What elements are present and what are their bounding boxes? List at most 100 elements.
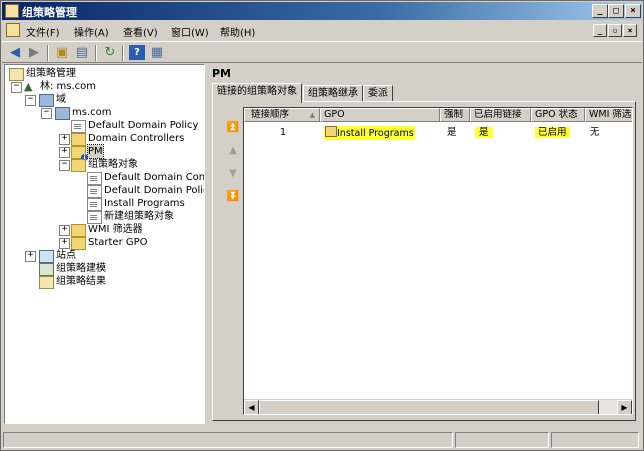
tree-node-label: Domain Controllers [88,133,185,144]
tree-node-label: 新建组策略对象 [104,211,174,222]
gpo-link-icon [325,126,337,137]
up-folder-icon[interactable]: ▣ [54,45,70,60]
gpo-status-value: 已启用 [535,127,570,138]
tree-node-pm[interactable]: + PM [5,144,204,161]
menu-help[interactable]: 帮助(H) [220,24,255,39]
tree-node-gpo-item[interactable]: Default Domain Polic [5,184,205,198]
tree-node-wmi-filters[interactable]: + WMI 筛选器 [5,223,204,237]
properties-icon[interactable]: ▦ [149,45,165,60]
child-restore-button[interactable]: ▫ [608,24,622,37]
tree-node-label: 组策略建模 [56,263,106,274]
status-panel [455,432,549,448]
results-icon [39,276,54,289]
forest-icon: ▲ [24,80,33,93]
menu-file[interactable]: 文件(F) [26,24,60,39]
tree-node-gpo-item[interactable]: 新建组策略对象 [5,210,204,224]
minimize-button[interactable]: _ [592,4,608,18]
pane-splitter[interactable] [205,64,208,424]
child-minimize-button[interactable]: _ [593,24,607,37]
toolbar-separator [122,45,124,61]
tree-node-modeling[interactable]: 组策略建模 [5,262,204,276]
move-link-down-icon[interactable]: ▼ [225,168,241,180]
title-bar[interactable]: 组策略管理 _ □ × [2,2,642,20]
tab-linked-gpos[interactable]: 链接的组策略对象 [212,83,302,103]
tree-node-label: 组策略管理 [26,68,76,79]
move-link-top-icon[interactable]: ⏫ [225,122,241,134]
tree-node-label: WMI 筛选器 [88,224,143,235]
application-window: 组策略管理 _ □ × 文件(F) 操作(A) 查看(V) 窗口(W) 帮助(H… [0,0,644,451]
mmc-system-menu-icon[interactable] [6,23,20,37]
details-pane: PM 链接的组策略对象 组策略继承 委派 ⏫ ▲ ▼ ⏬ 链接顺序 ▲ GPO … [208,64,640,424]
tree-node-label: 站点 [56,250,76,261]
tree-node-label: 林: ms.com [40,81,97,92]
tab-gpo-inheritance[interactable]: 组策略继承 [303,85,363,102]
expand-toggle[interactable]: + [25,251,36,262]
expand-toggle[interactable]: + [59,238,70,249]
menu-window[interactable]: 窗口(W) [171,24,209,39]
cell-link-order: 1 [280,127,287,138]
back-arrow-icon[interactable]: ◀ [7,45,23,60]
link-enabled-value: 是 [475,127,493,138]
tree-node-label: Default Domain Polic [104,185,205,196]
collapse-toggle[interactable]: − [41,108,52,119]
tree-node-gpo-item[interactable]: Install Programs [5,197,204,211]
linked-gpo-list: 链接顺序 ▲ GPO 强制 已启用链接 GPO 状态 WMI 筛选 1 Inst… [243,107,633,415]
tree-node-label: 组策略结果 [56,276,106,287]
tree-node-starter-gpo[interactable]: + Starter GPO [5,236,204,250]
cell-link-enabled: 是 [475,126,493,139]
horizontal-scrollbar[interactable]: ◀ ▶ [244,399,632,414]
close-button[interactable]: × [625,4,641,18]
gpo-name: Install Programs [337,128,414,139]
tree-node-label: Default Domain Policy [88,120,199,131]
console-tree: 组策略管理 − ▲ 林: ms.com − 域 − ms.com Default… [4,64,205,424]
toolbar: ◀ ▶ ▣ ▤ ↻ ? ▦ [2,41,642,63]
expand-toggle[interactable]: + [59,134,70,145]
expand-toggle[interactable]: + [59,225,70,236]
menu-action[interactable]: 操作(A) [74,24,109,39]
tree-node-domain-controllers[interactable]: + Domain Controllers [5,132,204,146]
status-panel [3,432,453,448]
table-row[interactable]: 1 Install Programs 是 是 已启用 无 [244,108,632,148]
toolbar-separator [47,45,49,61]
scroll-thumb[interactable] [259,400,599,414]
menu-bar: 文件(F) 操作(A) 查看(V) 窗口(W) 帮助(H) _ ▫ × [2,21,642,40]
collapse-toggle[interactable]: − [59,160,70,171]
move-link-bottom-icon[interactable]: ⏬ [225,191,241,203]
expand-toggle[interactable]: + [59,147,70,158]
collapse-toggle[interactable]: − [25,95,36,106]
tree-node-label: 组策略对象 [88,159,138,170]
collapse-toggle[interactable]: − [11,82,22,93]
cell-gpo: Install Programs [324,126,415,140]
tree-node-domain-ms-com[interactable]: − ms.com [5,106,204,120]
tree-node-gpm-root[interactable]: 组策略管理 [5,67,204,81]
tree-node-domains[interactable]: − 域 [5,93,204,107]
tree-node-gpo-container[interactable]: − 组策略对象 [5,158,204,172]
details-title: PM [212,67,232,80]
scroll-right-icon[interactable]: ▶ [617,400,632,414]
scroll-left-icon[interactable]: ◀ [244,400,259,414]
tree-node-default-domain-policy-link[interactable]: Default Domain Policy [5,119,204,133]
maximize-button[interactable]: □ [608,4,624,18]
tab-panel: ⏫ ▲ ▼ ⏬ 链接顺序 ▲ GPO 强制 已启用链接 GPO 状态 WMI 筛… [212,101,636,421]
status-panel [551,432,639,448]
menu-view[interactable]: 查看(V) [123,24,158,39]
cell-enforced: 是 [447,127,457,138]
tree-node-label: Install Programs [104,198,185,209]
tree-node-label: Starter GPO [88,237,148,248]
tree-node-label: PM [87,144,104,159]
tree-node-forest[interactable]: − ▲ 林: ms.com [5,80,204,93]
tree-node-label: 域 [56,94,66,105]
forward-arrow-icon[interactable]: ▶ [26,45,42,60]
move-link-up-icon[interactable]: ▲ [225,145,241,157]
help-icon[interactable]: ? [129,45,145,60]
tree-node-results[interactable]: 组策略结果 [5,275,204,289]
cell-gpo-status: 已启用 [535,126,570,139]
show-hide-tree-icon[interactable]: ▤ [74,45,90,60]
tree-node-gpo-item[interactable]: Default Domain Contr [5,171,204,185]
child-close-button[interactable]: × [623,24,637,37]
tree-node-label: ms.com [72,107,112,118]
refresh-icon[interactable]: ↻ [102,45,118,60]
gpmc-app-icon [5,4,19,18]
tab-delegation[interactable]: 委派 [363,85,393,102]
tree-node-sites[interactable]: + 站点 [5,249,204,263]
